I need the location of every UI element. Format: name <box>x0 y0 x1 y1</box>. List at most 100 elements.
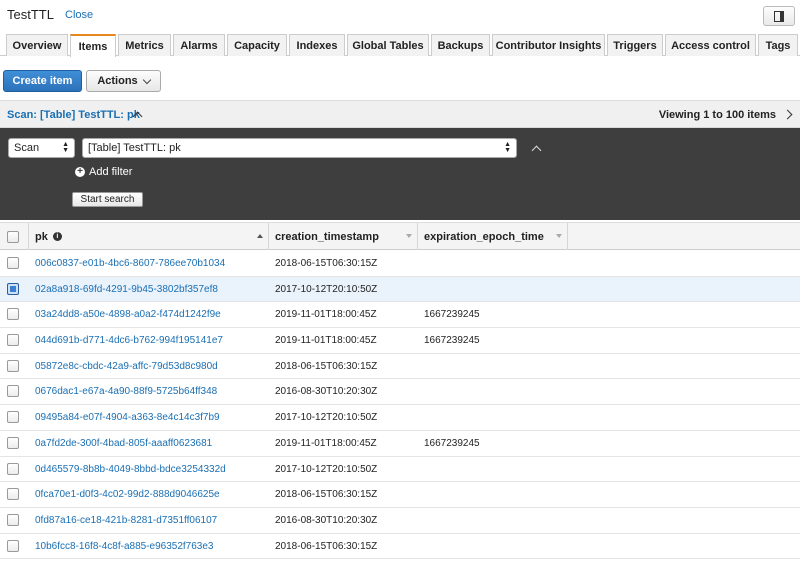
table-row[interactable]: 0d465579-8b8b-4049-8bbd-bdce3254332d 2017… <box>0 457 800 483</box>
tab-bar: Overview Items Metrics Alarms Capacity I… <box>0 32 800 57</box>
table-row[interactable]: 0676dac1-e67a-4a90-88f9-5725b64ff348 2016… <box>0 379 800 406</box>
creation-timestamp-cell: 2018-06-15T06:30:15Z <box>275 489 378 501</box>
row-checkbox[interactable] <box>7 359 19 372</box>
creation-timestamp-cell: 2019-11-01T18:00:45Z <box>275 309 377 321</box>
tab-tags[interactable]: Tags <box>758 34 798 56</box>
table-row[interactable]: 006c0837-e01b-4bc6-8607-786ee70b1034 2018… <box>0 251 800 277</box>
creation-timestamp-cell: 2018-06-15T06:30:15Z <box>275 258 378 269</box>
table-row[interactable]: 044d691b-d771-4dc6-b762-994f195141e7 2019… <box>0 328 800 354</box>
sort-icon <box>556 234 562 238</box>
pk-link[interactable]: 02a8a918-69fd-4291-9b45-3802bf357ef8 <box>35 284 218 295</box>
scan-mode-select[interactable]: Scan ▲ ▼ <box>8 138 75 158</box>
add-filter-label: Add filter <box>89 166 133 178</box>
tab-indexes[interactable]: Indexes <box>289 34 345 56</box>
pk-link[interactable]: 03a24dd8-a50e-4898-a0a2-f474d1242f9e <box>35 309 221 320</box>
tab-access-control[interactable]: Access control <box>665 34 756 56</box>
select-arrows-icon: ▲ ▼ <box>504 141 511 154</box>
creation-timestamp-cell: 2019-11-01T18:00:45Z <box>275 437 377 449</box>
creation-timestamp-cell: 2017-10-12T20:10:50Z <box>275 412 378 424</box>
scan-target-value: [Table] TestTTL: pk <box>88 142 181 154</box>
pk-link[interactable]: 0fca70e1-d0f3-4c02-99d2-888d9046625e <box>35 489 220 500</box>
column-label-creation-timestamp: creation_timestamp <box>275 230 379 243</box>
select-all-checkbox[interactable] <box>7 230 19 243</box>
tab-backups[interactable]: Backups <box>431 34 490 56</box>
creation-timestamp-cell: 2017-10-12T20:10:50Z <box>275 283 378 295</box>
tab-capacity[interactable]: Capacity <box>227 34 287 56</box>
row-checkbox[interactable] <box>7 436 19 449</box>
pk-link[interactable]: 0d465579-8b8b-4049-8bbd-bdce3254332d <box>35 464 226 475</box>
pk-link[interactable]: 0676dac1-e67a-4a90-88f9-5725b64ff348 <box>35 386 217 397</box>
panel-toggle-button[interactable] <box>763 6 795 26</box>
table-row[interactable]: 03a24dd8-a50e-4898-a0a2-f474d1242f9e 2019… <box>0 302 800 329</box>
table-row[interactable]: 09495a84-e07f-4904-a363-8e4c14c3f7b9 2017… <box>0 405 800 431</box>
column-header-creation-timestamp[interactable]: creation_timestamp <box>269 223 418 250</box>
pk-link[interactable]: 006c0837-e01b-4bc6-8607-786ee70b1034 <box>35 258 225 269</box>
row-checkbox[interactable] <box>7 334 19 347</box>
tab-contributor-insights[interactable]: Contributor Insights <box>492 34 605 56</box>
scan-header: Scan: [Table] TestTTL: pk Viewing 1 to 1… <box>0 100 800 128</box>
table-body: 006c0837-e01b-4bc6-8607-786ee70b1034 2018… <box>0 251 800 560</box>
tab-overview[interactable]: Overview <box>6 34 68 56</box>
row-checkbox[interactable] <box>7 462 19 475</box>
pk-link[interactable]: 0a7fd2de-300f-4bad-805f-aaaff0623681 <box>35 438 212 449</box>
column-label-expiration-epoch-time: expiration_epoch_time <box>424 230 544 243</box>
sort-icon <box>406 234 412 238</box>
actions-label: Actions <box>97 75 138 87</box>
table-row[interactable]: 05872e8c-cbdc-42a9-affc-79d53d8c980d 2018… <box>0 354 800 380</box>
row-checkbox[interactable] <box>7 488 19 501</box>
next-page-chevron-icon[interactable] <box>782 109 793 120</box>
pk-link[interactable]: 0fd87a16-ce18-421b-8281-d7351ff06107 <box>35 515 217 526</box>
table-row[interactable]: 0fd87a16-ce18-421b-8281-d7351ff06107 2016… <box>0 508 800 534</box>
row-checkbox[interactable] <box>7 308 19 321</box>
table-row[interactable]: 02a8a918-69fd-4291-9b45-3802bf357ef8 2017… <box>0 276 800 303</box>
create-item-button[interactable]: Create item <box>3 70 82 92</box>
viewing-count: Viewing 1 to 100 items <box>658 109 776 121</box>
row-checkbox[interactable] <box>7 257 19 269</box>
pk-link[interactable]: 10b6fcc8-16f8-4c8f-a885-e96352f763e3 <box>35 541 213 552</box>
row-checkbox[interactable] <box>7 513 19 526</box>
row-checkbox[interactable] <box>7 385 19 398</box>
creation-timestamp-cell: 2018-06-15T06:30:15Z <box>275 540 378 552</box>
table-row[interactable]: 0a7fd2de-300f-4bad-805f-aaaff0623681 2019… <box>0 431 800 457</box>
expiration-epoch-time-cell: 1667239245 <box>424 335 480 347</box>
table-title: TestTTL <box>7 7 54 22</box>
side-panel-icon <box>774 10 784 22</box>
creation-timestamp-cell: 2017-10-12T20:10:50Z <box>275 463 378 475</box>
table-row[interactable]: 10b6fcc8-16f8-4c8f-a885-e96352f763e3 2018… <box>0 534 800 560</box>
table-header: pk i creation_timestamp expiration_epoch… <box>0 222 800 250</box>
info-icon[interactable]: i <box>52 232 62 241</box>
select-arrows-icon: ▲ ▼ <box>62 141 69 154</box>
row-checkbox[interactable] <box>7 282 19 295</box>
sort-ascending-icon <box>257 234 263 238</box>
expiration-epoch-time-cell: 1667239245 <box>424 309 480 321</box>
plus-circle-icon: + <box>75 167 85 177</box>
creation-timestamp-cell: 2016-08-30T10:20:30Z <box>275 514 378 526</box>
start-search-button[interactable]: Start search <box>72 192 143 207</box>
pk-link[interactable]: 09495a84-e07f-4904-a363-8e4c14c3f7b9 <box>35 412 220 423</box>
add-filter-link[interactable]: + Add filter <box>75 166 132 178</box>
column-label-pk: pk <box>35 230 48 243</box>
select-all-cell <box>0 223 29 250</box>
column-header-expiration-epoch-time[interactable]: expiration_epoch_time <box>418 223 568 250</box>
tab-global-tables[interactable]: Global Tables <box>347 34 429 56</box>
creation-timestamp-cell: 2019-11-01T18:00:45Z <box>275 335 377 347</box>
tab-items[interactable]: Items <box>70 34 116 57</box>
expiration-epoch-time-cell: 1667239245 <box>424 437 480 449</box>
row-checkbox[interactable] <box>7 539 19 552</box>
table-row[interactable]: 0fca70e1-d0f3-4c02-99d2-888d9046625e 2018… <box>0 482 800 508</box>
column-header-pk[interactable]: pk i <box>29 223 269 250</box>
tab-alarms[interactable]: Alarms <box>173 34 225 56</box>
scan-target-select[interactable]: [Table] TestTTL: pk ▲ ▼ <box>82 138 517 158</box>
title-bar: TestTTL Close <box>0 0 800 32</box>
creation-timestamp-cell: 2016-08-30T10:20:30Z <box>275 386 378 398</box>
pk-link[interactable]: 05872e8c-cbdc-42a9-affc-79d53d8c980d <box>35 361 218 372</box>
chevron-down-icon <box>142 75 151 84</box>
actions-button[interactable]: Actions <box>86 70 161 92</box>
tab-metrics[interactable]: Metrics <box>118 34 171 56</box>
scan-title[interactable]: Scan: [Table] TestTTL: pk <box>7 109 140 121</box>
close-link[interactable]: Close <box>65 9 93 21</box>
pk-link[interactable]: 044d691b-d771-4dc6-b762-994f195141e7 <box>35 335 223 346</box>
creation-timestamp-cell: 2018-06-15T06:30:15Z <box>275 360 378 372</box>
row-checkbox[interactable] <box>7 411 19 424</box>
tab-triggers[interactable]: Triggers <box>607 34 663 56</box>
